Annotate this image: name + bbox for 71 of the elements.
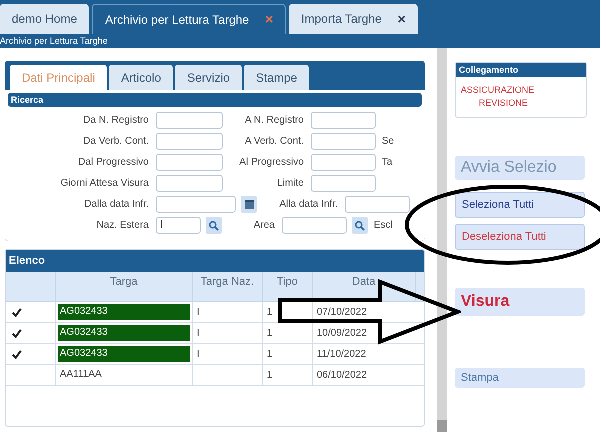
search-button[interactable] [352,217,368,234]
calendar-button[interactable] [241,196,257,213]
field-label: Da N. Registro [82,114,150,128]
section-header: Collegamento [456,63,586,77]
section-header: Elenco [6,250,424,272]
sidebar-button[interactable]: Stampa [455,368,585,388]
field-label: Giorni Attesa Visura [60,177,150,191]
input-field[interactable] [311,154,376,171]
input-field[interactable] [311,112,376,129]
input-field[interactable] [156,175,223,192]
column-header[interactable]: Targa [56,272,193,301]
field-label: Alla data Infr. [278,198,339,212]
field-label: Dal Progressivo [77,156,150,170]
form-tab[interactable]: Articolo [109,65,174,90]
input-field[interactable]: I [156,217,201,234]
search-icon [209,220,219,230]
input-field[interactable] [156,133,223,150]
input-field[interactable] [311,133,376,150]
table-cell-text: 06/10/2022 [317,368,368,382]
table-cell-text: 1 [267,348,273,362]
link[interactable]: REVISIONE [479,98,528,108]
field-label: Naz. Estera [96,219,150,233]
field-label: A N. Registro [244,114,305,128]
field-label: Area [252,219,276,233]
table-cell-text: 07/10/2022 [317,306,368,320]
input-field[interactable] [282,217,347,234]
table-cell-text: I [197,326,200,340]
breadcrumb: Archivio per Lettura Targhe [0,36,108,46]
calendar-icon [244,200,254,209]
input-field[interactable] [156,154,223,171]
sidebar-button[interactable]: Visura [455,288,585,316]
column-header[interactable]: Tipo [263,272,313,301]
table-cell-text: 1 [267,368,273,382]
search-icon [355,220,365,230]
table-cell-text: AA111AA [59,368,103,382]
table-cell-text: I [197,306,200,320]
field-label: A Verb. Cont. [244,135,305,149]
form-tab[interactable]: Dati Principali [10,65,108,90]
table-cell-text: 11/10/2022 [317,348,366,362]
form-tab[interactable]: Servizio [175,65,242,90]
column-header[interactable]: Targa Naz. [193,272,263,301]
input-field[interactable] [345,196,410,213]
close-icon[interactable]: × [398,8,406,30]
field-label: Se [382,135,394,149]
input-field[interactable] [156,196,236,213]
sidebar-button[interactable]: Deseleziona Tutti [455,224,585,250]
field-label: Al Progressivo [238,156,305,170]
window-tab[interactable]: demo Home [0,4,90,34]
field-label: Dalla data Infr. [84,198,150,212]
table-cell-text: 1 [267,306,273,320]
input-field[interactable] [311,175,376,192]
search-button[interactable] [206,217,222,234]
window-tab[interactable]: Importa Targhe × [289,4,418,34]
field-label: Ta [382,156,393,170]
field-label: Da Verb. Cont. [82,135,150,149]
table-cell-text: 1 [267,326,273,340]
table-cell-text: I [197,348,200,362]
table-cell: AG032433 [58,346,190,362]
sidebar-button[interactable]: Seleziona Tutti [455,192,585,218]
field-label: Limite [276,177,305,191]
table-cell: AG032433 [58,325,190,341]
table-cell-text: 10/09/2022 [317,326,368,340]
input-field[interactable] [156,112,223,129]
column-header[interactable]: Data [313,272,416,301]
table-cell: AG032433 [58,304,190,320]
link[interactable]: ASSICURAZIONE [461,85,535,95]
section-header: Ricerca [8,93,422,107]
scrollbar-thumb[interactable] [437,420,447,432]
window-tab[interactable]: Archivio per Lettura Targhe × [92,4,286,34]
field-label: Escl [374,219,393,233]
form-tab[interactable]: Stampe [244,65,310,90]
